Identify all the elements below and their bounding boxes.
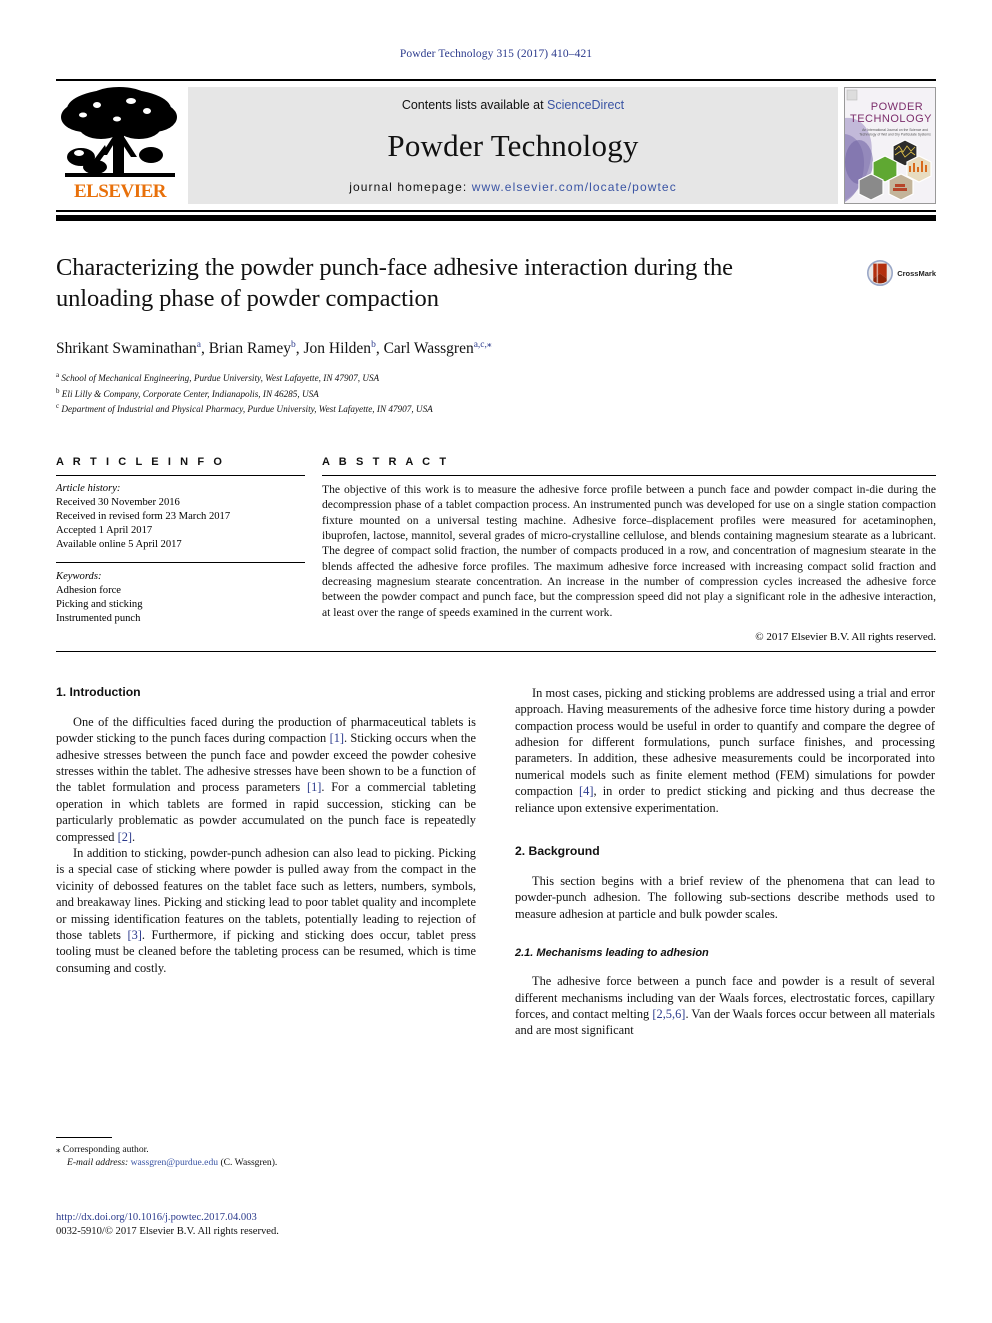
article-page: Powder Technology 315 (2017) 410–421 ELS… (0, 0, 992, 1323)
article-info-column: A R T I C L E I N F O Article history: R… (56, 456, 305, 643)
citation-reference[interactable]: [1] (330, 731, 344, 745)
journal-cover-thumbnail: POWDER TECHNOLOGY An International Journ… (844, 87, 936, 204)
paragraph-mechanisms-1: The adhesive force between a punch face … (515, 973, 935, 1039)
journal-masthead: ELSEVIER Contents lists available at Sci… (56, 79, 936, 212)
svg-text:An International Journal on th: An International Journal on the Science … (862, 128, 928, 132)
journal-cover-art-icon: POWDER TECHNOLOGY An International Journ… (845, 88, 935, 203)
journal-title: Powder Technology (387, 128, 639, 163)
crossmark-label: CrossMark (897, 268, 936, 278)
footnote-corresponding-text: Corresponding author. (62, 1144, 149, 1155)
svg-text:Technology of Wet and Dry Part: Technology of Wet and Dry Particulate Sy… (859, 133, 931, 137)
affiliation-marker: b (56, 386, 60, 395)
abstract-heading: A B S T R A C T (322, 456, 450, 469)
citation-reference[interactable]: [2,5,6] (652, 1007, 685, 1021)
elsevier-wordmark: ELSEVIER (73, 181, 167, 202)
running-head: Powder Technology 315 (2017) 410–421 (399, 48, 593, 60)
abstract-copyright: © 2017 Elsevier B.V. All rights reserved… (755, 630, 936, 643)
page-footer: http://dx.doi.org/10.1016/j.powtec.2017.… (56, 1211, 556, 1239)
paragraph-background-1: This section begins with a brief review … (515, 874, 935, 921)
doi-link[interactable]: http://dx.doi.org/10.1016/j.powtec.2017.… (56, 1211, 556, 1225)
corresponding-author-footnote: ⁎ Corresponding author. E-mail address: … (56, 1137, 476, 1169)
issn-copyright-line: 0032-5910/© 2017 Elsevier B.V. All right… (56, 1226, 279, 1237)
footnote-email-suffix: (C. Wassgren). (220, 1157, 278, 1168)
affiliation-text: School of Mechanical Engineering, Purdue… (61, 373, 380, 384)
body-columns: 1. Introduction One of the difficulties … (56, 685, 936, 1039)
article-info-heading: A R T I C L E I N F O (56, 456, 225, 469)
homepage-prefix: journal homepage: (349, 180, 472, 194)
citation-reference[interactable]: [1] (307, 780, 321, 794)
abstract-text: The objective of this work is to measure… (322, 483, 936, 619)
paragraph-intro-2: In addition to sticking, powder-punch ad… (56, 845, 476, 976)
heading-background: 2. Background (515, 844, 600, 859)
contents-prefix: Contents lists available at (401, 98, 548, 112)
keywords-label: Keywords: (56, 571, 102, 583)
abstract-column: A B S T R A C T The objective of this wo… (305, 456, 936, 643)
title-block: Characterizing the powder punch-face adh… (56, 252, 936, 416)
affiliation-text: Eli Lilly & Company, Corporate Center, I… (61, 388, 319, 399)
article-history-item: Accepted 1 April 2017 (56, 525, 153, 537)
elsevier-logo: ELSEVIER (56, 81, 184, 210)
footnote-corresponding-line: ⁎ Corresponding author. (56, 1143, 476, 1156)
keyword-item: Picking and sticking (56, 599, 143, 611)
svg-text:POWDER: POWDER (871, 101, 924, 113)
journal-homepage-line: journal homepage: www.elsevier.com/locat… (349, 180, 677, 194)
affiliation-marker: a (56, 371, 60, 380)
heading-mechanisms: 2.1. Mechanisms leading to adhesion (515, 947, 709, 960)
article-history-item: Available online 5 April 2017 (56, 539, 182, 551)
keywords-rule (56, 562, 305, 564)
body-left-column: 1. Introduction One of the difficulties … (56, 685, 476, 1039)
paragraph-text: In most cases, picking and sticking prob… (515, 685, 935, 799)
affiliation-item: a School of Mechanical Engineering, Purd… (56, 369, 936, 385)
masthead-center: Contents lists available at ScienceDirec… (188, 87, 838, 204)
footnote-email-line: E-mail address: wassgren@purdue.edu (C. … (56, 1156, 476, 1169)
masthead-bottom-bar (56, 215, 936, 221)
body-right-column: In most cases, picking and sticking prob… (515, 685, 935, 1039)
abstract-bottom-rule (56, 650, 936, 652)
paragraph-text: . (132, 829, 136, 844)
heading-introduction: 1. Introduction (56, 684, 141, 699)
page-title: Characterizing the powder punch-face adh… (56, 254, 733, 312)
article-history-item: Received in revised form 23 March 2017 (56, 511, 231, 523)
svg-text:TECHNOLOGY: TECHNOLOGY (850, 113, 932, 125)
contents-available-line: Contents lists available at ScienceDirec… (402, 98, 624, 112)
paragraph-intro-3: In most cases, picking and sticking prob… (515, 685, 935, 816)
affiliation-item: c Department of Industrial and Physical … (56, 400, 936, 416)
article-history-label: Article history: (56, 483, 121, 495)
article-history-item: Received 30 November 2016 (56, 497, 180, 509)
abstract-rule (322, 475, 936, 477)
affiliation-list: a School of Mechanical Engineering, Purd… (56, 369, 936, 416)
paragraph-intro-1: One of the difficulties faced during the… (56, 714, 476, 845)
elsevier-tree-icon (61, 87, 177, 177)
affiliation-text: Department of Industrial and Physical Ph… (61, 404, 433, 415)
citation-reference[interactable]: [3] (127, 928, 141, 942)
keyword-item: Instrumented punch (56, 613, 141, 625)
keyword-item: Adhesion force (56, 585, 122, 597)
affiliation-marker: c (56, 402, 60, 411)
citation-reference[interactable]: [4] (579, 784, 593, 798)
footnote-rule (56, 1137, 112, 1138)
article-info-rule (56, 475, 305, 477)
footnote-email-label: E-mail address: (67, 1157, 129, 1168)
crossmark-icon (867, 260, 894, 286)
sciencedirect-link[interactable]: ScienceDirect (547, 98, 624, 112)
footnote-email-link[interactable]: wassgren@purdue.edu (131, 1157, 218, 1168)
citation-reference[interactable]: [2] (118, 830, 132, 844)
footnote-star-marker: ⁎ (56, 1144, 61, 1154)
journal-homepage-link[interactable]: www.elsevier.com/locate/powtec (472, 180, 677, 194)
author-list: Shrikant Swaminathana, Brian Rameyb, Jon… (56, 340, 492, 358)
info-abstract-region: A R T I C L E I N F O Article history: R… (56, 456, 936, 643)
crossmark-badge[interactable]: CrossMark (867, 260, 936, 286)
affiliation-item: b Eli Lilly & Company, Corporate Center,… (56, 385, 936, 401)
